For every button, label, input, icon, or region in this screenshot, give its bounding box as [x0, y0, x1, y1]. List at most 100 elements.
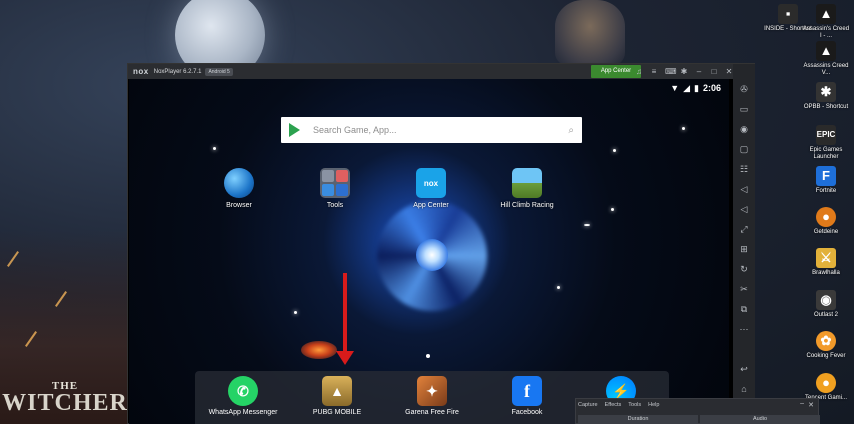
tab-duration[interactable]: Duration: [578, 415, 698, 424]
dock-app-free-fire[interactable]: ✦ Garena Free Fire: [392, 376, 472, 416]
star-decoration: [294, 311, 297, 314]
app-app-center[interactable]: nox App Center: [395, 168, 467, 209]
dock-app-label: Facebook: [511, 409, 543, 416]
dock-app-facebook[interactable]: f Facebook: [487, 376, 567, 416]
app-browser[interactable]: Browser: [203, 168, 275, 209]
star-decoration: [611, 208, 614, 211]
gamepad-icon[interactable]: ♫: [635, 67, 643, 76]
app-label: Tools: [326, 202, 344, 209]
app-hill-climb-racing[interactable]: Hill Climb Racing: [491, 168, 563, 209]
nox-player-window: nox NoxPlayer 6.2.7.1 Android 5 App Cent…: [127, 63, 755, 424]
page-indicator: [426, 354, 430, 358]
desktop-icon-label: Epic Games Launcher: [809, 147, 843, 160]
opbb-icon: ✱: [816, 82, 836, 102]
desktop-icon-brawlhalla[interactable]: ⚔ Brawlhalla: [802, 248, 850, 277]
nebula-decoration: [301, 341, 337, 359]
app-label: Hill Climb Racing: [500, 202, 554, 209]
close-icon[interactable]: ✕: [725, 67, 733, 76]
desktop-icon-label: Assassin's Creed I - ...: [802, 26, 850, 39]
star-decoration: [584, 224, 590, 226]
assassins-creed-icon: ▲: [816, 41, 836, 61]
desktop-icon-label: Brawlhalla: [812, 270, 840, 276]
screen-recorder-panel: Capture Effects Tools Help – ✕ Duration …: [575, 398, 820, 424]
settings-icon[interactable]: ✱: [680, 67, 688, 76]
nox-logo: nox: [133, 67, 149, 76]
menu-tools[interactable]: Tools: [628, 402, 641, 408]
multi-window-icon[interactable]: ⧉: [739, 304, 749, 315]
more-icon[interactable]: ⋯: [739, 324, 749, 335]
menu-capture[interactable]: Capture: [578, 402, 598, 408]
cut-icon[interactable]: ✂: [739, 284, 749, 295]
star-decoration: [613, 149, 616, 152]
desktop-icon-assassins-creed-v[interactable]: ▲ Assassins Creed V...: [802, 41, 850, 77]
witcher-logo: THE WITCHER: [0, 380, 130, 416]
android-version-badge: Android 5: [205, 67, 233, 76]
star-decoration: [213, 147, 216, 150]
tool-app-icon: [336, 184, 348, 196]
menu-icon[interactable]: ≡: [650, 67, 658, 76]
app-label: Browser: [226, 202, 252, 209]
keyboard-icon[interactable]: ⌨: [665, 67, 677, 76]
back-icon[interactable]: ↩: [739, 364, 749, 375]
desktop-icon-opbb[interactable]: ✱ OPBB - Shortcut: [802, 82, 850, 111]
screen-icon[interactable]: ▢: [739, 144, 749, 155]
galaxy-core: [416, 239, 448, 271]
dock-app-whatsapp[interactable]: ✆ WhatsApp Messenger: [203, 376, 283, 416]
red-arrow-head: [336, 351, 354, 365]
tab-audio[interactable]: Audio: [700, 415, 820, 424]
maximize-icon[interactable]: □: [710, 67, 718, 76]
desktop-icon-epic-games[interactable]: EPIC Epic Games Launcher: [802, 125, 850, 161]
nox-tool-sidebar: ✇ ▭ ◉ ▢ ☷ ◁ ◁ ⤢ ⊞ ↻ ✂ ⧉ ⋯ ↩ ⌂: [733, 64, 755, 423]
search-placeholder: Search Game, App...: [313, 125, 397, 135]
tool-app-icon: [322, 184, 334, 196]
close-icon[interactable]: ✕: [808, 401, 814, 409]
dock-app-label: WhatsApp Messenger: [208, 409, 278, 416]
tool-app-icon: [336, 170, 348, 182]
search-icon[interactable]: ⌕: [568, 125, 574, 136]
tools-folder-icon: [320, 168, 350, 198]
titlebar-controls: ♫ ≡ ⌨ ✱ – □ ✕ «: [635, 64, 748, 79]
desktop-icon-fortnite[interactable]: F Fortnite: [802, 166, 850, 195]
app-center-button-label: App Center: [600, 68, 632, 74]
app-center-button[interactable]: App Center: [591, 65, 641, 78]
menu-effects[interactable]: Effects: [605, 402, 622, 408]
whatsapp-icon: ✆: [228, 376, 258, 406]
multi-drive-icon[interactable]: ☷: [739, 164, 749, 175]
search-bar[interactable]: Search Game, App... ⌕: [281, 117, 582, 143]
witcher-name-text: WITCHER: [2, 390, 128, 416]
browser-icon: [224, 168, 254, 198]
free-fire-icon: ✦: [417, 376, 447, 406]
minimize-icon[interactable]: –: [695, 67, 703, 76]
location-icon[interactable]: ◉: [739, 124, 749, 135]
desktop-icon-label: Fortnite: [815, 188, 837, 194]
pubg-icon: ▲: [322, 376, 352, 406]
minimize-icon[interactable]: –: [800, 400, 804, 407]
recorder-menu: Capture Effects Tools Help: [578, 402, 659, 408]
desktop-icon-getdeine[interactable]: ● Getdeine: [802, 207, 850, 236]
app-tools[interactable]: Tools: [299, 168, 371, 209]
red-arrow-annotation: [343, 273, 347, 357]
desktop-icon-outlast[interactable]: ◉ Outlast 2: [802, 290, 850, 319]
apk-install-icon[interactable]: ⊞: [739, 244, 749, 255]
facebook-icon: f: [512, 376, 542, 406]
screenshot-icon[interactable]: ▭: [739, 104, 749, 115]
inside-icon: ▪: [778, 4, 798, 24]
outlast-icon: ◉: [816, 290, 836, 310]
recorder-tabs: Duration Audio: [578, 415, 820, 424]
dock-app-pubg[interactable]: ▲ PUBG MOBILE: [297, 376, 377, 416]
tool-app-icon: [322, 170, 334, 182]
rotate-icon[interactable]: ↻: [739, 264, 749, 275]
home-icon[interactable]: ⌂: [739, 384, 749, 394]
nox-titlebar[interactable]: nox NoxPlayer 6.2.7.1 Android 5 App Cent…: [128, 64, 754, 79]
fullscreen-icon[interactable]: ⤢: [739, 224, 749, 235]
desktop-icon-cooking-fever[interactable]: ✿ Cooking Fever: [802, 331, 850, 360]
android-home-screen[interactable]: ▼ ◢ ▮ 2:06 Search Game, App... ⌕ Browser…: [129, 79, 729, 424]
hill-climb-icon: [512, 168, 542, 198]
menu-help[interactable]: Help: [648, 402, 659, 408]
desktop-icon-assassins-creed[interactable]: ▲ Assassin's Creed I - ...: [802, 4, 850, 40]
volume-up-icon[interactable]: ◁: [739, 184, 749, 195]
virtual-location-icon[interactable]: ✇: [739, 84, 749, 95]
dock-app-label: Garena Free Fire: [405, 409, 459, 416]
star-decoration: [682, 127, 685, 130]
volume-down-icon[interactable]: ◁: [739, 204, 749, 215]
